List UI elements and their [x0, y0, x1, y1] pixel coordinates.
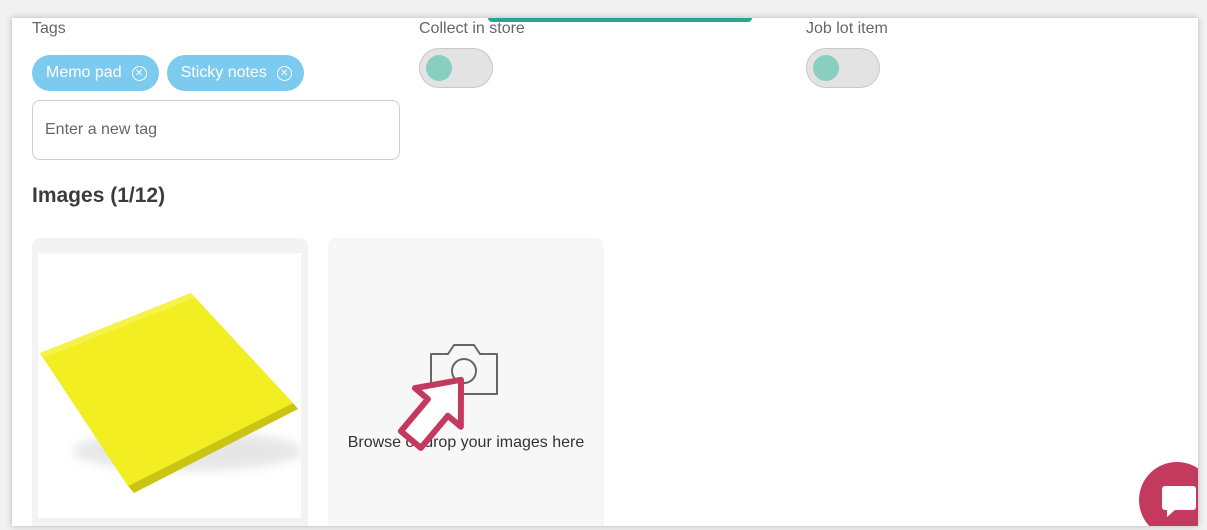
product-form-panel: Tags Memo pad ✕ Sticky notes ✕ Collect i… — [12, 18, 1198, 526]
tag-label: Sticky notes — [180, 64, 267, 81]
remove-tag-icon[interactable]: ✕ — [276, 65, 292, 81]
chat-button[interactable] — [1139, 462, 1198, 526]
camera-icon — [430, 344, 498, 395]
product-image — [38, 253, 301, 518]
job-lot-item-label: Job lot item — [806, 20, 888, 37]
product-image-card[interactable] — [32, 238, 308, 526]
tag-sticky-notes: Sticky notes ✕ — [166, 55, 304, 91]
upload-instruction-text: Browse or drop your images here — [347, 434, 585, 451]
collect-in-store-label: Collect in store — [419, 20, 525, 37]
images-section-title: Images (1/12) — [32, 184, 166, 207]
chat-bubble-icon — [1162, 486, 1196, 517]
top-accent-strip — [488, 18, 752, 22]
toggle-knob — [813, 55, 839, 81]
job-lot-item-toggle[interactable] — [806, 48, 880, 88]
new-tag-input[interactable] — [32, 100, 400, 160]
collect-in-store-toggle[interactable] — [419, 48, 493, 88]
toggle-knob — [426, 55, 452, 81]
tag-memo-pad: Memo pad ✕ — [32, 55, 159, 91]
image-upload-dropzone[interactable]: Browse or drop your images here — [328, 238, 604, 526]
remove-tag-icon[interactable]: ✕ — [131, 65, 147, 81]
tag-list: Memo pad ✕ Sticky notes ✕ — [32, 55, 304, 91]
tag-label: Memo pad — [46, 64, 122, 81]
tags-label: Tags — [32, 20, 66, 37]
sticky-note-image — [40, 293, 301, 493]
